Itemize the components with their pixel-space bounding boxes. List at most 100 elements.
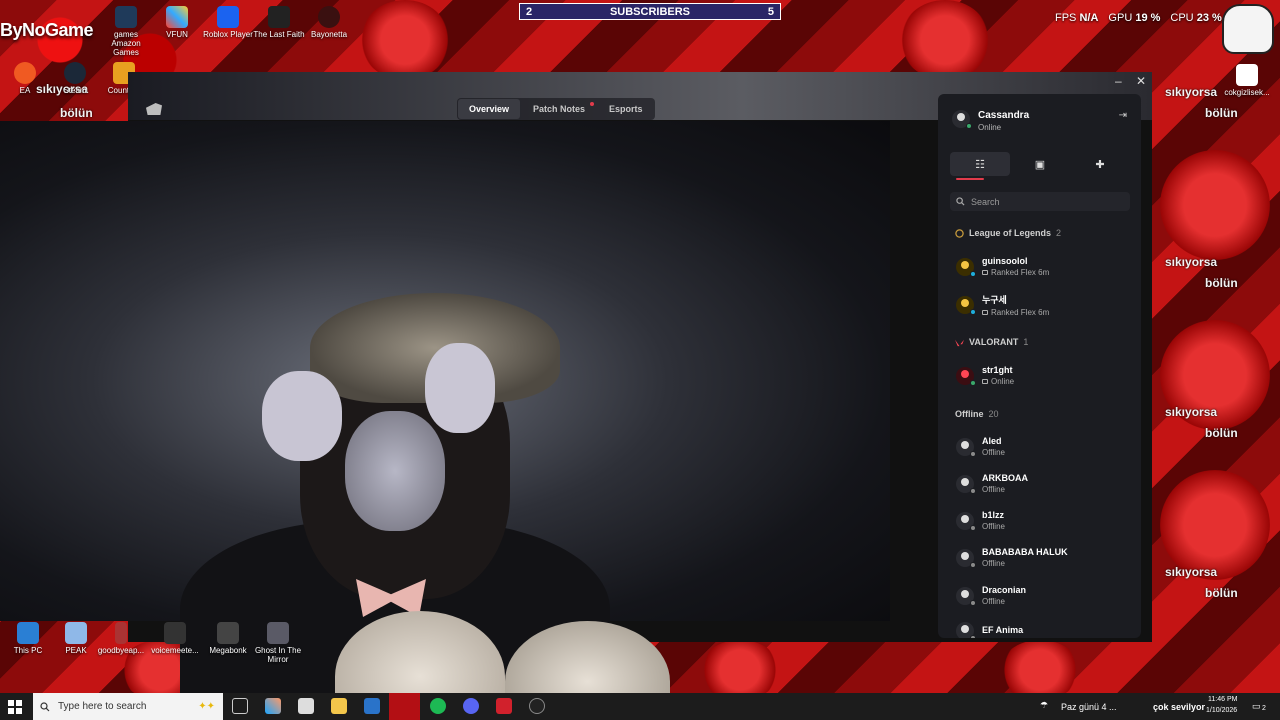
desktop-icon-amazon-games[interactable]: games Amazon Games (98, 6, 154, 57)
collapse-panel-icon[interactable]: ⇥ (1119, 110, 1127, 121)
friend-item[interactable]: 누구세 Ranked Flex 6m (956, 293, 1131, 317)
subscribers-goal: 5 (767, 5, 774, 18)
weather-icon[interactable]: ☂ (1040, 700, 1048, 711)
riot-client-icon[interactable] (496, 698, 512, 714)
desktop-icon-bayonetta[interactable]: Bayonetta (301, 6, 357, 39)
in-game-status-icon (970, 309, 976, 315)
file-icon (1236, 64, 1258, 86)
person-hand (425, 343, 495, 433)
friend-name: b1lzz (982, 510, 1005, 520)
offline-status-icon (970, 524, 976, 531)
notification-dot-icon (590, 102, 595, 106)
spotify-icon[interactable] (430, 698, 446, 714)
minimize-button[interactable]: – (1115, 74, 1122, 88)
friend-avatar (956, 548, 976, 568)
store-icon[interactable] (298, 698, 314, 714)
tab-patch-notes[interactable]: Patch Notes (522, 99, 596, 119)
friend-item[interactable]: Draconian Offline (956, 585, 1131, 606)
desktop-icon-vfun[interactable]: VFUN (149, 6, 205, 39)
cartoon-avatar-icon (1222, 4, 1274, 54)
desktop-icon-steam[interactable]: Steam (47, 62, 103, 95)
weather-text[interactable]: Paz günü 4 ... (1061, 702, 1117, 712)
subscribers-title: SUBSCRIBERS (609, 5, 691, 18)
desktop-icon-goodbye[interactable]: goodbyeap... (93, 622, 149, 655)
friend-status: Online (982, 377, 1014, 386)
ghost-in-the-mirror-icon (267, 622, 289, 644)
add-friend-icon[interactable]: ✚ (1070, 152, 1130, 176)
search-icon (40, 701, 50, 711)
close-button[interactable]: ✕ (1136, 74, 1146, 88)
group-name: Offline (955, 409, 984, 419)
desktop-icon-ea[interactable]: EA (0, 62, 53, 95)
friend-avatar (956, 257, 976, 277)
current-user[interactable]: Cassandra Online (952, 110, 1029, 132)
steam-icon (64, 62, 86, 84)
cpu-label: CPU (1170, 12, 1194, 24)
person-face (345, 411, 445, 531)
messages-icon[interactable]: ▣ (1010, 152, 1070, 176)
offline-status-icon (970, 561, 976, 568)
search-input[interactable] (971, 196, 1121, 207)
megabonk-icon (217, 622, 239, 644)
desktop-icon-ghost-in-the-mirror[interactable]: Ghost In The Mirror (250, 622, 306, 664)
obs-icon[interactable] (529, 698, 545, 714)
task-view-icon[interactable] (232, 698, 248, 714)
group-offline[interactable]: Offline 20 (955, 409, 999, 419)
friend-item[interactable]: str1ght Online (956, 365, 1131, 386)
clock-date[interactable]: 1/10/2026 (1206, 707, 1237, 714)
clock-time[interactable]: 11:46 PM (1208, 696, 1237, 703)
offline-status-icon (970, 487, 976, 494)
friends-list-icon[interactable]: ☷ (950, 152, 1010, 176)
desktop-icon-right-file[interactable]: cokgizlisek... (1215, 64, 1279, 97)
offline-status-icon (970, 635, 976, 638)
wallpaper-face (360, 0, 450, 80)
mail-icon[interactable] (364, 698, 380, 714)
notification-center-icon[interactable]: ▭ (1252, 701, 1261, 712)
offline-status-icon (970, 450, 976, 457)
desktop-icon-label: cokgizlisek... (1224, 88, 1270, 97)
windows-start-icon[interactable] (8, 700, 22, 714)
friend-status: Offline (982, 522, 1005, 531)
group-league-of-legends[interactable]: League of Legends 2 (955, 228, 1061, 238)
goodbye-icon (115, 622, 127, 644)
active-app-button[interactable] (389, 693, 420, 720)
sparkle-icon: ✦✦ (198, 701, 215, 712)
friend-item[interactable]: Aled Offline (956, 436, 1131, 457)
file-explorer-icon[interactable] (331, 698, 347, 714)
tab-overview[interactable]: Overview (458, 99, 521, 119)
fps-stat: FPS N/A (1055, 12, 1098, 24)
group-name: League of Legends (969, 228, 1052, 238)
friend-name: Aled (982, 436, 1002, 446)
fps-label: FPS (1055, 12, 1077, 24)
desktop-icon-megabonk[interactable]: Megabonk (200, 622, 256, 655)
friend-item[interactable]: BABABABA HALUK Offline (956, 547, 1131, 568)
friend-status: Ranked Flex 6m (982, 308, 1049, 317)
desktop-icon-the-last-faith[interactable]: The Last Faith (251, 6, 307, 39)
desktop-icon-roblox[interactable]: Roblox Player (200, 6, 256, 39)
friend-avatar (956, 474, 976, 494)
friend-avatar (956, 586, 976, 606)
taskbar-search[interactable]: Type here to search ✦✦ (33, 693, 223, 720)
wallpaper-text: bölün (1205, 586, 1238, 600)
group-valorant[interactable]: VALORANT 1 (955, 337, 1028, 347)
desktop-icon-voicemeeter[interactable]: voicemeete... (147, 622, 203, 655)
friend-item[interactable]: b1lzz Offline (956, 510, 1131, 531)
copilot-icon[interactable] (265, 698, 281, 714)
social-toolbar: ☷ ▣ ✚ (950, 152, 1130, 176)
amazon-games-icon (115, 6, 137, 28)
ea-icon (14, 62, 36, 84)
tab-esports[interactable]: Esports (598, 99, 654, 119)
friend-avatar (956, 366, 976, 386)
discord-icon[interactable] (463, 698, 479, 714)
friend-item[interactable]: guinsoolol Ranked Flex 6m (956, 256, 1131, 277)
voicemeeter-icon (164, 622, 186, 644)
notification-count: 2 (1262, 705, 1266, 712)
friend-item[interactable]: EF Anima (956, 622, 1131, 638)
group-count: 1 (1023, 337, 1029, 347)
friend-item[interactable]: ARKBOAA Offline (956, 473, 1131, 494)
wallpaper-text: sıkıyorsa (1165, 255, 1218, 269)
friend-status-text: Ranked Flex 6m (991, 308, 1050, 317)
gpu-label: GPU (1108, 12, 1133, 24)
friend-name: ARKBOAA (982, 473, 1028, 483)
desktop-icon-label: Megabonk (209, 646, 247, 655)
